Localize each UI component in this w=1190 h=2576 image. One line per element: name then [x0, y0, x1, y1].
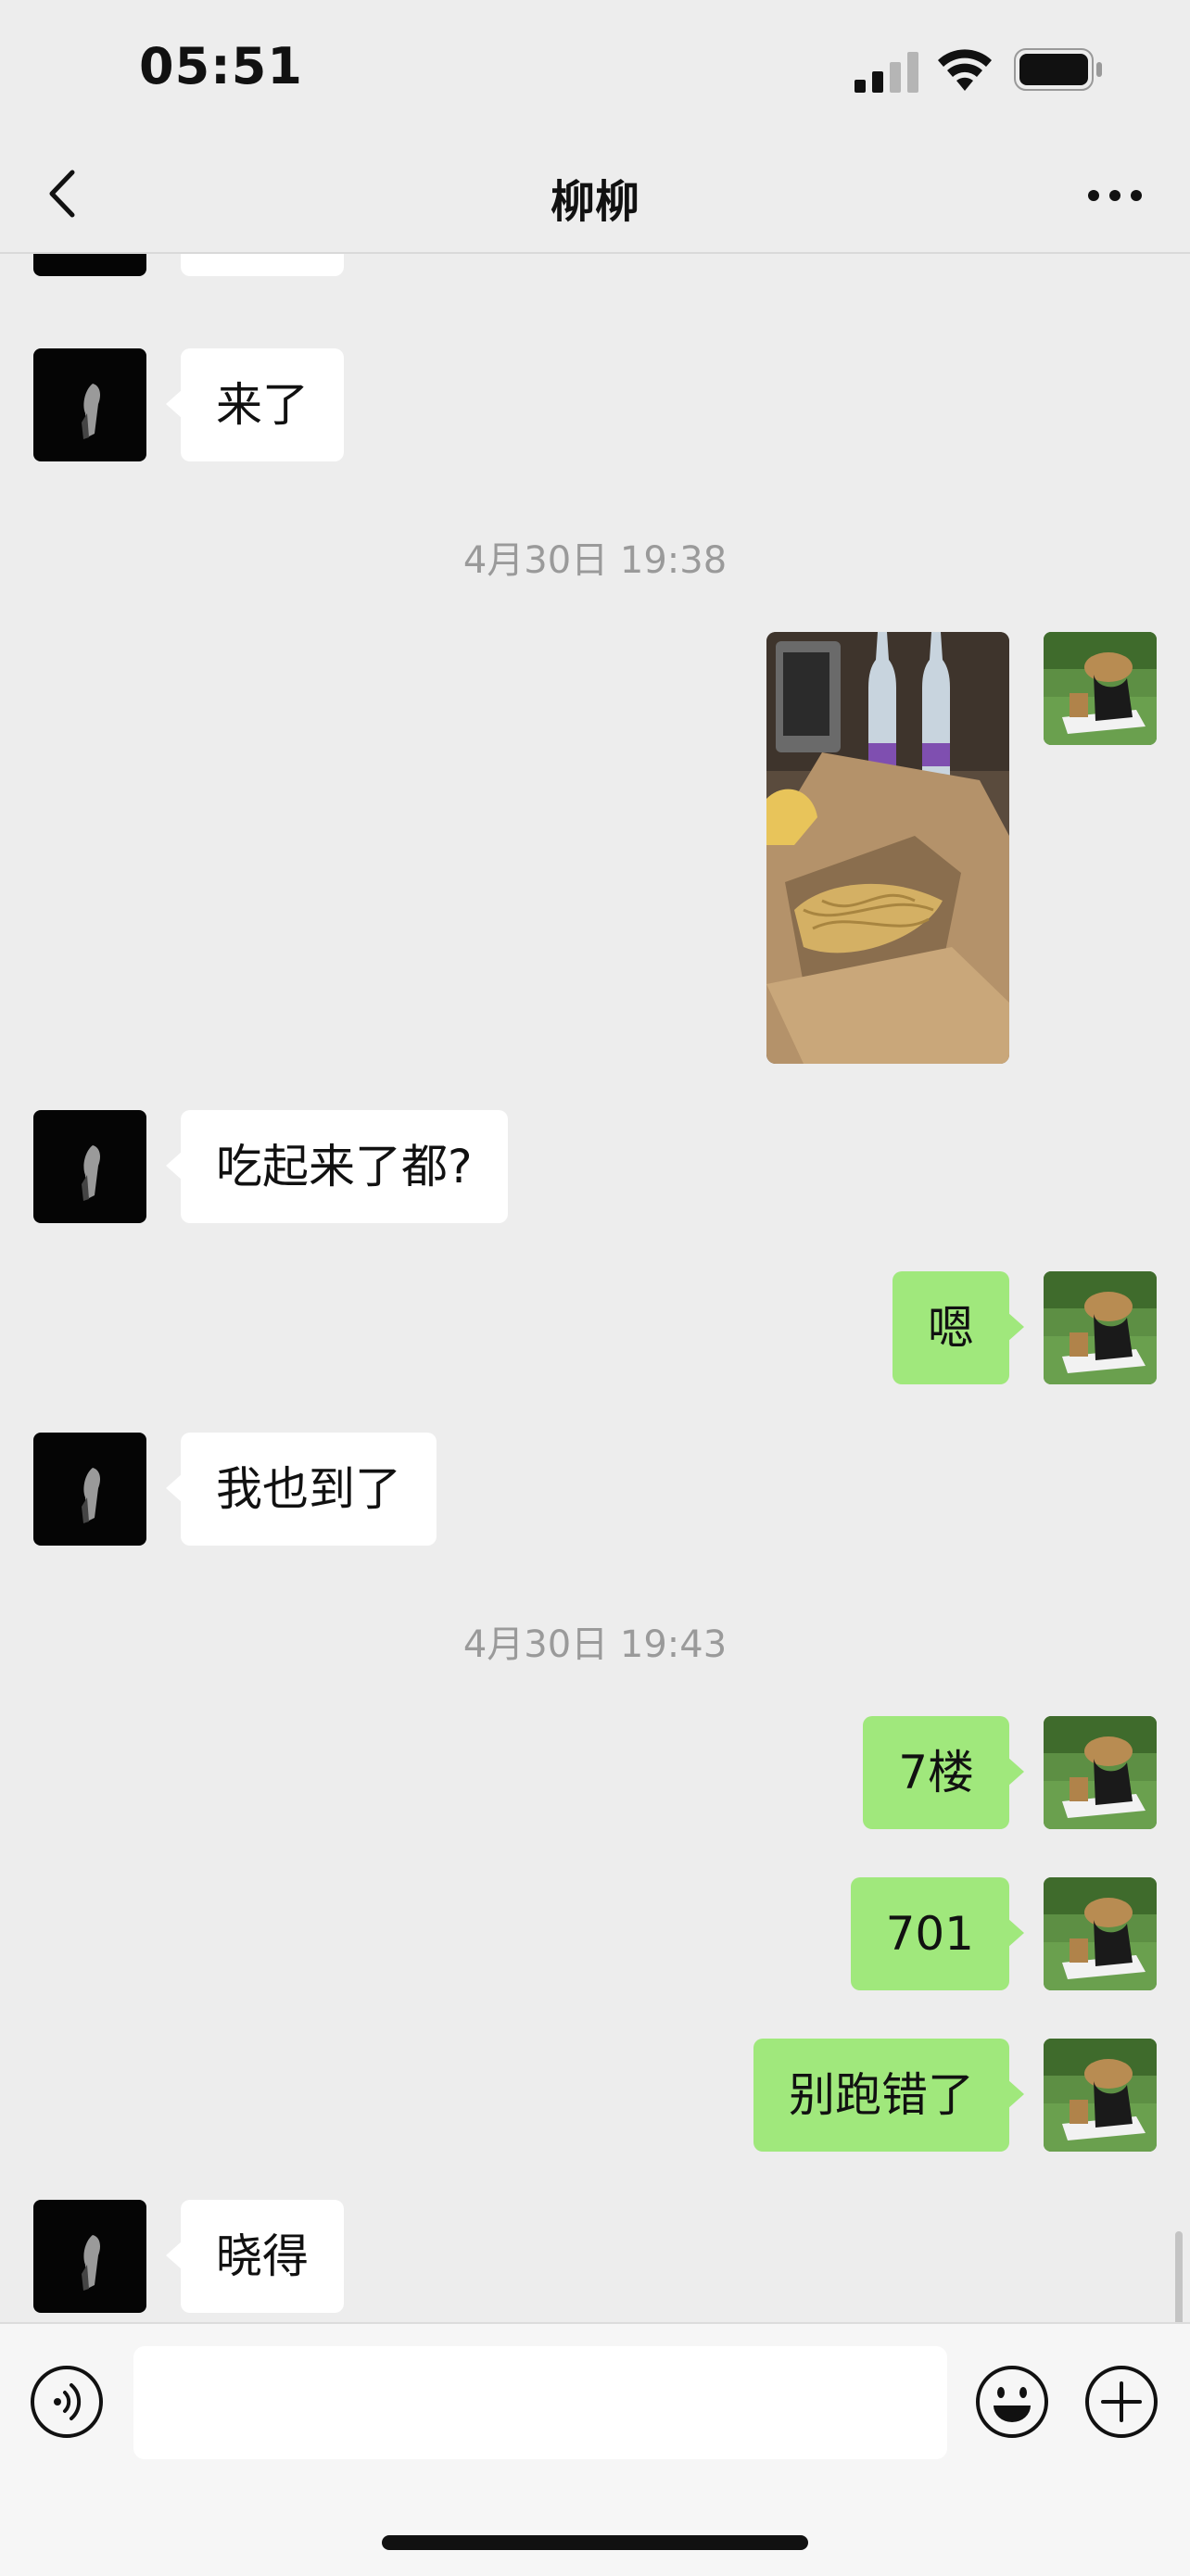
- my-avatar[interactable]: [1044, 1271, 1157, 1384]
- wifi-icon: [938, 49, 992, 91]
- message-bubble[interactable]: 我也到了: [166, 1433, 437, 1546]
- photo-message[interactable]: [766, 632, 1009, 1064]
- message-bubble[interactable]: 701: [850, 1877, 1025, 1990]
- contact-avatar[interactable]: [33, 1433, 146, 1546]
- message-timestamp: 4月30日 19:43: [462, 1623, 728, 1666]
- my-avatar[interactable]: [1044, 1716, 1157, 1829]
- home-indicator: [382, 2535, 808, 2550]
- my-avatar[interactable]: [1044, 2039, 1157, 2152]
- message-bubble[interactable]: 别跑错了: [753, 2039, 1024, 2152]
- message-bubble[interactable]: 吃起来了都?: [166, 1110, 508, 1223]
- message-timestamp: 4月30日 19:38: [462, 539, 728, 582]
- contact-avatar[interactable]: [33, 252, 146, 276]
- scrollbar[interactable]: [1175, 2231, 1183, 2322]
- contact-avatar[interactable]: [33, 1110, 146, 1223]
- voice-icon[interactable]: [30, 2365, 104, 2439]
- message-bubble[interactable]: 7楼: [863, 1716, 1024, 1829]
- cellular-signal-icon: [855, 52, 918, 93]
- message-bubble[interactable]: 晓得: [166, 2200, 344, 2313]
- contact-avatar[interactable]: [33, 348, 146, 461]
- contact-avatar[interactable]: [33, 2200, 146, 2313]
- status-bar: 05:51: [0, 0, 1190, 139]
- message-list[interactable]: 来了 来了 4月30日 19:38 吃起来了都? 嗯: [0, 252, 1190, 2322]
- message-bubble[interactable]: 嗯: [892, 1271, 1024, 1384]
- chat-header: 柳柳: [0, 139, 1190, 254]
- message-composer: [0, 2322, 1190, 2576]
- message-bubble[interactable]: 来了: [181, 252, 344, 276]
- message-input[interactable]: [133, 2346, 947, 2459]
- plus-icon[interactable]: [1084, 2365, 1158, 2439]
- message-bubble[interactable]: 来了: [166, 348, 344, 461]
- more-dots-icon[interactable]: [1082, 163, 1147, 228]
- emoji-icon[interactable]: [975, 2365, 1049, 2439]
- battery-icon: [1014, 48, 1102, 91]
- my-avatar[interactable]: [1044, 632, 1157, 745]
- page-title: 柳柳: [550, 176, 639, 228]
- status-time: 05:51: [139, 37, 303, 95]
- my-avatar[interactable]: [1044, 1877, 1157, 1990]
